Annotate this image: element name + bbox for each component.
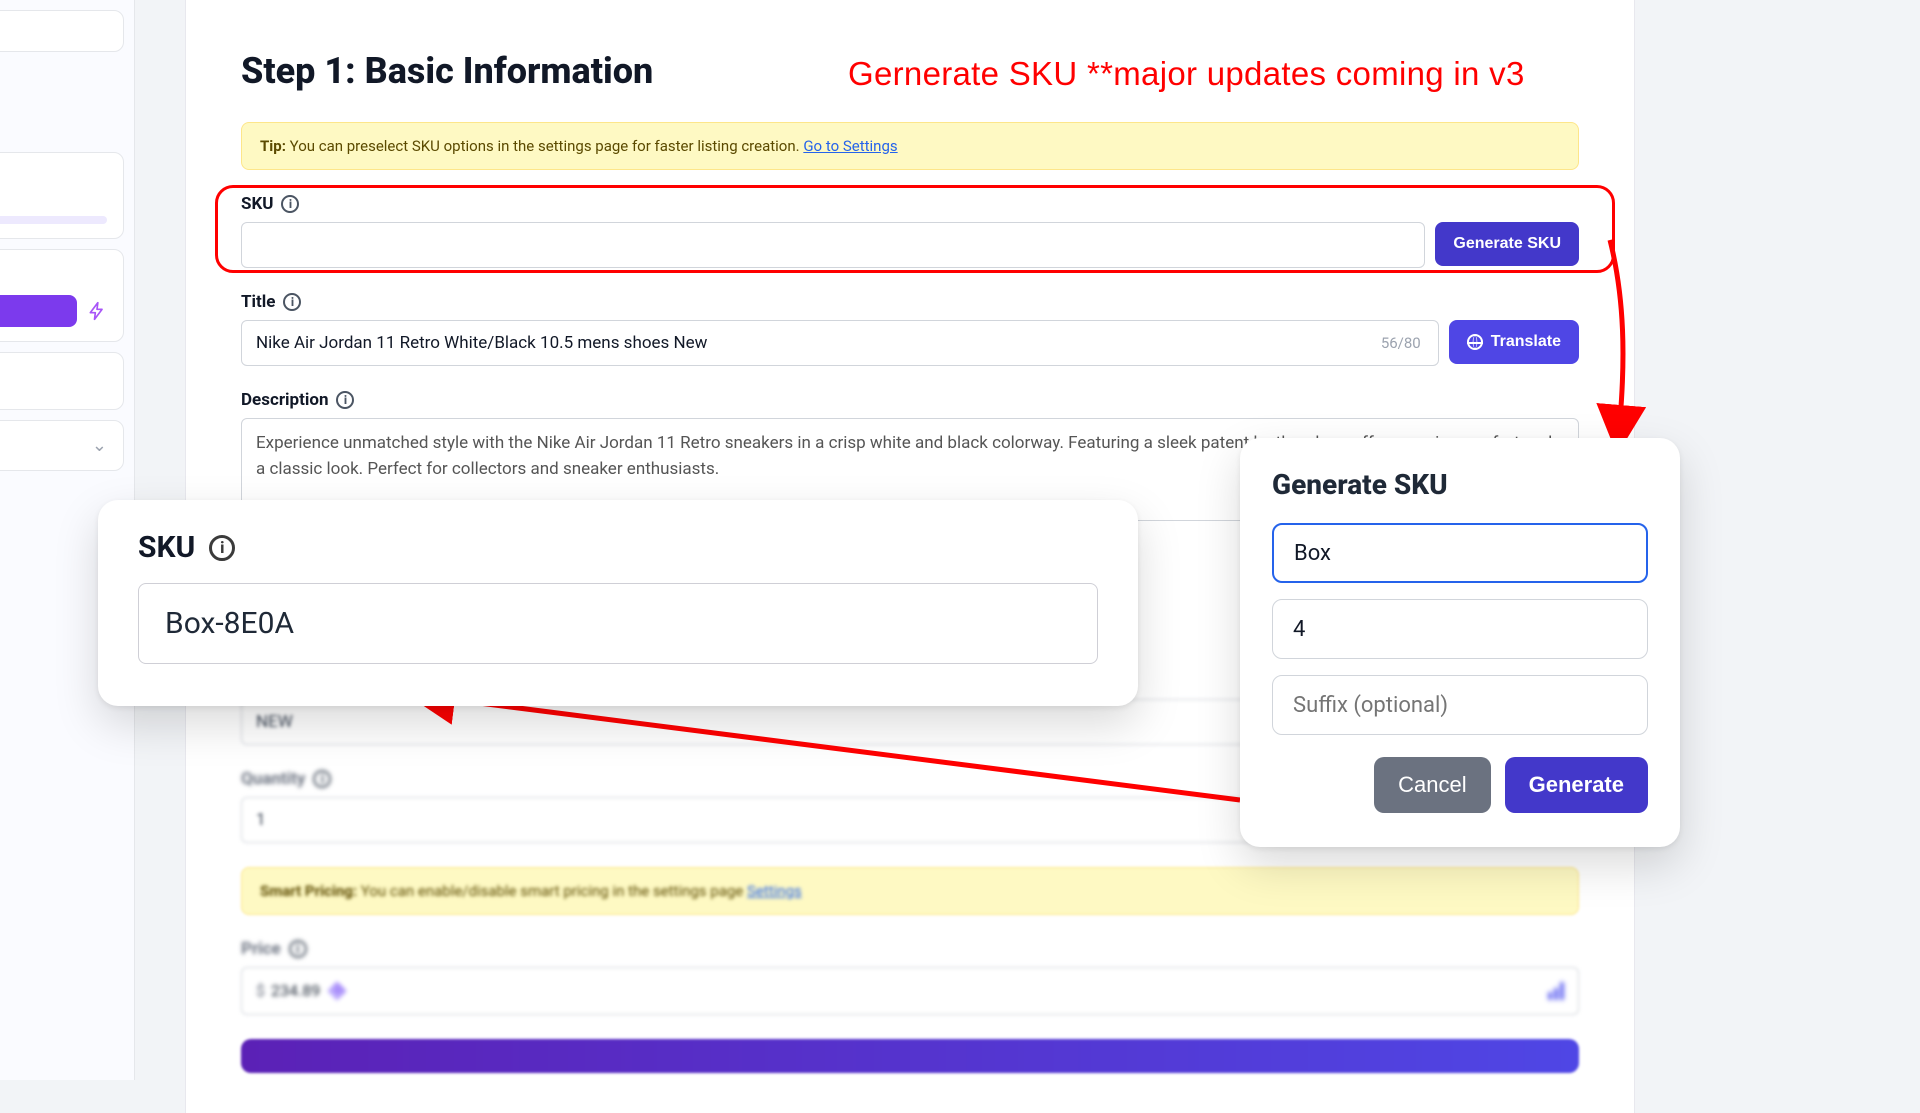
tip-settings-link[interactable]: Go to Settings [803, 137, 897, 155]
sku-result-card: SKU i Box-8E0A [98, 500, 1138, 706]
info-icon[interactable]: i [281, 195, 299, 213]
info-icon[interactable]: i [289, 940, 307, 958]
info-icon[interactable]: i [283, 293, 301, 311]
popup-prefix-input[interactable] [1272, 523, 1648, 583]
popup-suffix-input[interactable] [1272, 675, 1648, 735]
generate-sku-button[interactable]: Generate SKU [1435, 222, 1579, 266]
tip-body: You can preselect SKU options in the set… [290, 137, 800, 155]
title-field: Title i 56/80 Translate [241, 292, 1579, 366]
plan-monthly: (monthly) [0, 167, 107, 186]
info-icon[interactable]: i [209, 535, 235, 561]
smart-pricing-body: You can enable/disable smart pricing in … [361, 882, 743, 900]
smart-pricing-link[interactable]: Settings [747, 882, 802, 900]
tip-prefix: Tip: [260, 137, 286, 155]
credits-label: redits Used [0, 264, 107, 283]
popup-generate-button[interactable]: Generate [1505, 757, 1648, 813]
translate-button[interactable]: Translate [1449, 320, 1579, 364]
info-icon[interactable]: i [313, 770, 331, 788]
quantity-label: Quantity [241, 769, 305, 789]
bottom-action-bar[interactable] [241, 1039, 1579, 1073]
price-value: 234.89 [271, 981, 320, 1000]
annotation-headline: Gernerate SKU **major updates coming in … [848, 55, 1525, 93]
plan-card: (monthly) days left) [0, 152, 124, 239]
credits-action-button[interactable] [0, 295, 77, 327]
price-field: Price i $ 234.89 [241, 939, 1579, 1015]
popup-cancel-button[interactable]: Cancel [1374, 757, 1490, 813]
plan-days-left: days left) [0, 186, 107, 204]
generate-sku-popup: Generate SKU Cancel Generate [1240, 438, 1680, 847]
bar-chart-icon[interactable] [1548, 982, 1564, 1000]
title-label: Title [241, 292, 275, 312]
sidebar-item-collapsible[interactable]: ngh ⌄ [0, 420, 124, 471]
sku-field: SKU i Generate SKU [241, 194, 1579, 268]
lightning-icon [87, 301, 107, 321]
globe-icon [1467, 334, 1483, 350]
sku-input[interactable] [241, 222, 1425, 268]
popup-length-input[interactable] [1272, 599, 1648, 659]
sku-result-value[interactable]: Box-8E0A [138, 583, 1098, 664]
info-icon[interactable]: i [336, 391, 354, 409]
sparkle-icon [327, 981, 347, 1001]
tip-banner: Tip: You can preselect SKU options in th… [241, 122, 1579, 170]
title-input[interactable] [241, 320, 1439, 366]
credits-card: redits Used [0, 249, 124, 342]
title-char-count: 56/80 [1381, 334, 1421, 352]
chevron-down-icon: ⌄ [92, 435, 107, 456]
price-input[interactable]: $ 234.89 [241, 967, 1579, 1015]
description-label: Description [241, 390, 328, 410]
popup-title: Generate SKU [1272, 468, 1648, 501]
smart-pricing-prefix: Smart Pricing: [260, 882, 357, 900]
sidebar-icon-card [0, 352, 124, 410]
sku-result-label: SKU [138, 530, 195, 565]
currency-symbol: $ [256, 981, 265, 1000]
price-label: Price [241, 939, 281, 959]
sku-label: SKU [241, 194, 273, 214]
smart-pricing-banner: Smart Pricing: You can enable/disable sm… [241, 867, 1579, 915]
